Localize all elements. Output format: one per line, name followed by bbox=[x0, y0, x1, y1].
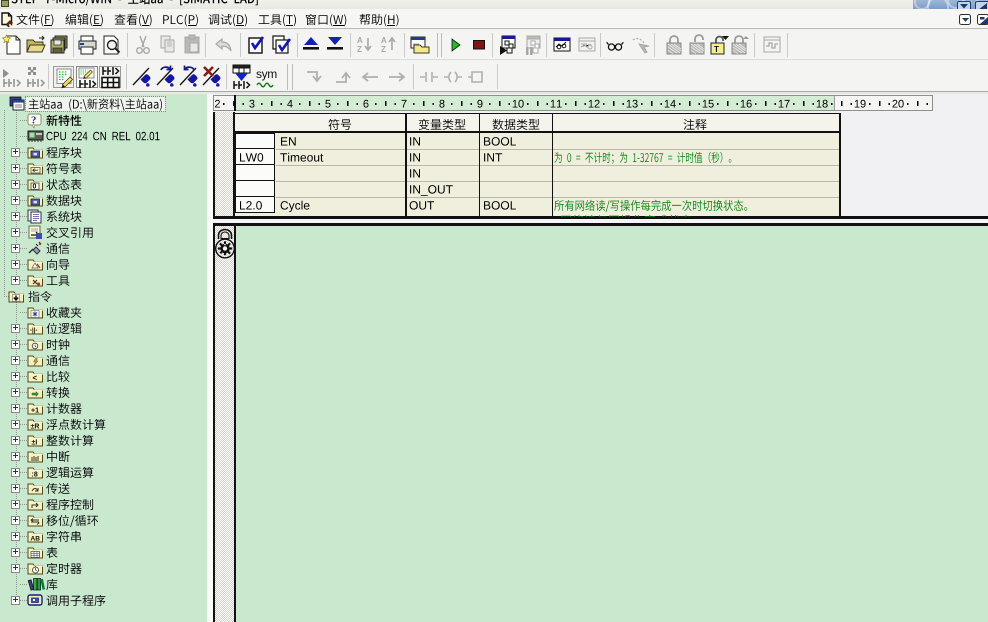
svg-text:AB: AB bbox=[31, 536, 41, 543]
svg-text:+1: +1 bbox=[31, 408, 39, 415]
svg-text::8: :8 bbox=[32, 472, 38, 479]
svg-text:±R: ±R bbox=[31, 424, 40, 431]
svg-text:<: < bbox=[33, 374, 38, 383]
svg-text:0: 0 bbox=[33, 184, 37, 191]
svg-text:±I: ±I bbox=[32, 440, 38, 447]
svg-text:-||-: -||- bbox=[30, 328, 37, 334]
